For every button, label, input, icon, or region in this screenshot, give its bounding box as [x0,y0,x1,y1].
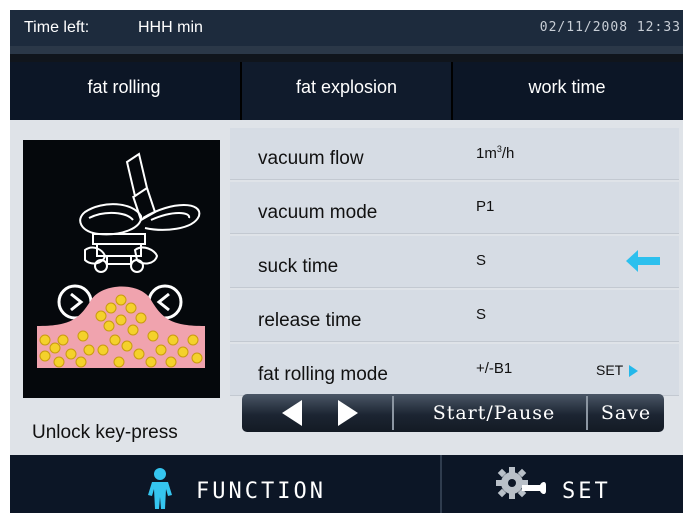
value-text: 1m [476,145,497,162]
status-bar: Time left: HHH min 02/11/2008 12:33 [10,10,683,46]
param-row-fat-rolling-mode[interactable]: fat rolling mode +/-B1 SET [230,344,679,396]
set-link-label: SET [596,362,624,378]
set-button[interactable]: SET [442,455,683,513]
param-value: S [476,252,487,269]
previous-button[interactable] [272,394,310,432]
param-label: suck time [258,256,339,277]
param-label: vacuum mode [258,202,378,223]
gear-wrench-icon [496,467,546,499]
set-label: SET [562,479,611,504]
param-label: vacuum flow [258,148,364,169]
device-screen: Time left: HHH min 02/11/2008 12:33 fat … [10,10,683,513]
tab-work-time[interactable]: work time [451,62,683,120]
control-bar: Start/Pause Save [242,394,664,432]
triangle-right-icon [338,400,358,426]
triangle-right-icon [629,365,639,378]
param-label: release time [258,310,362,331]
bottom-bar: FUNCTION SET [10,455,683,513]
set-link[interactable]: SET [596,362,639,378]
function-button[interactable]: FUNCTION [10,455,440,513]
save-button[interactable]: Save [588,394,664,432]
function-label: FUNCTION [196,479,326,504]
param-label: fat rolling mode [258,364,388,385]
time-left-value: HHH min [138,19,203,36]
treatment-illustration [23,140,220,398]
value-unit: /h [501,145,515,162]
param-row-release-time[interactable]: release time S [230,290,679,342]
tab-bar: fat rolling fat explosion work time [10,62,683,167]
date-time: 02/11/2008 12:33 [539,20,681,35]
param-value: +/-B1 [476,360,513,377]
tab-fat-explosion[interactable]: fat explosion [240,62,453,120]
param-value: 1m3/h [476,144,514,162]
time-left-label: Time left: [24,19,90,36]
param-row-vacuum-mode[interactable]: vacuum mode P1 [230,182,679,234]
param-value: P1 [476,198,495,215]
tab-fat-rolling[interactable]: fat rolling [10,62,238,120]
divider [392,396,394,430]
divider [10,46,683,54]
param-value: S [476,306,487,323]
person-icon [148,468,172,509]
start-pause-button[interactable]: Start/Pause [402,394,586,432]
arrow-left-icon [626,250,660,272]
param-row-suck-time[interactable]: suck time S [230,236,679,288]
param-row-vacuum-flow[interactable]: vacuum flow 1m3/h [230,128,679,180]
parameter-list: vacuum flow 1m3/h vacuum mode P1 suck ti… [230,128,679,398]
divider [10,54,683,62]
next-button[interactable] [330,394,368,432]
triangle-left-icon [282,400,302,426]
unlock-key-press[interactable]: Unlock key-press [32,422,178,444]
